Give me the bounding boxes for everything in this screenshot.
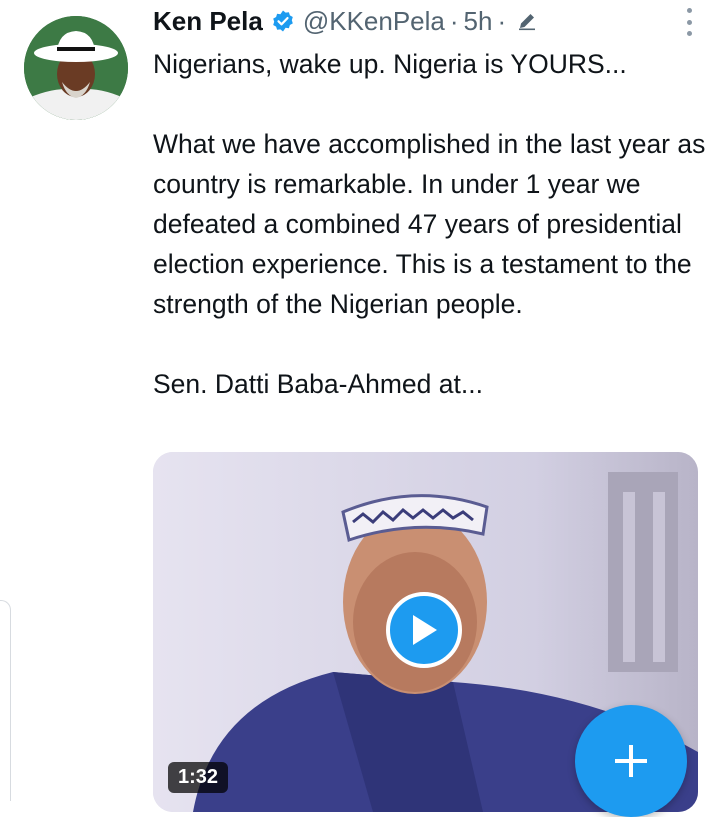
tweet-timestamp[interactable]: 5h — [464, 6, 493, 37]
separator-dot: · — [449, 5, 459, 36]
compose-button[interactable] — [575, 705, 687, 817]
avatar[interactable] — [24, 16, 128, 120]
verified-badge-icon — [271, 9, 295, 33]
separator-dot: · — [497, 5, 507, 36]
tweet-header: Ken Pela @KKenPela · 5h · — [153, 4, 680, 38]
tweet-text-line[interactable]: Sen. Datti Baba-Ahmed at... — [153, 364, 708, 404]
side-panel-edge — [0, 600, 11, 801]
more-vertical-icon[interactable] — [684, 8, 694, 36]
author-handle[interactable]: @KKenPela — [303, 6, 445, 37]
tweet-text-line: Nigerians, wake up. Nigeria is YOURS... — [153, 49, 627, 79]
play-button[interactable] — [386, 592, 462, 668]
tweet-text: Nigerians, wake up. Nigeria is YOURS... … — [153, 44, 708, 404]
video-duration: 1:32 — [168, 762, 229, 793]
plus-icon — [615, 745, 647, 777]
avatar-image — [24, 16, 128, 120]
edit-pencil-icon[interactable] — [517, 11, 537, 31]
tweet-text-paragraph: What we have accomplished in the last ye… — [153, 129, 706, 319]
play-icon — [413, 615, 437, 645]
author-name[interactable]: Ken Pela — [153, 6, 263, 37]
